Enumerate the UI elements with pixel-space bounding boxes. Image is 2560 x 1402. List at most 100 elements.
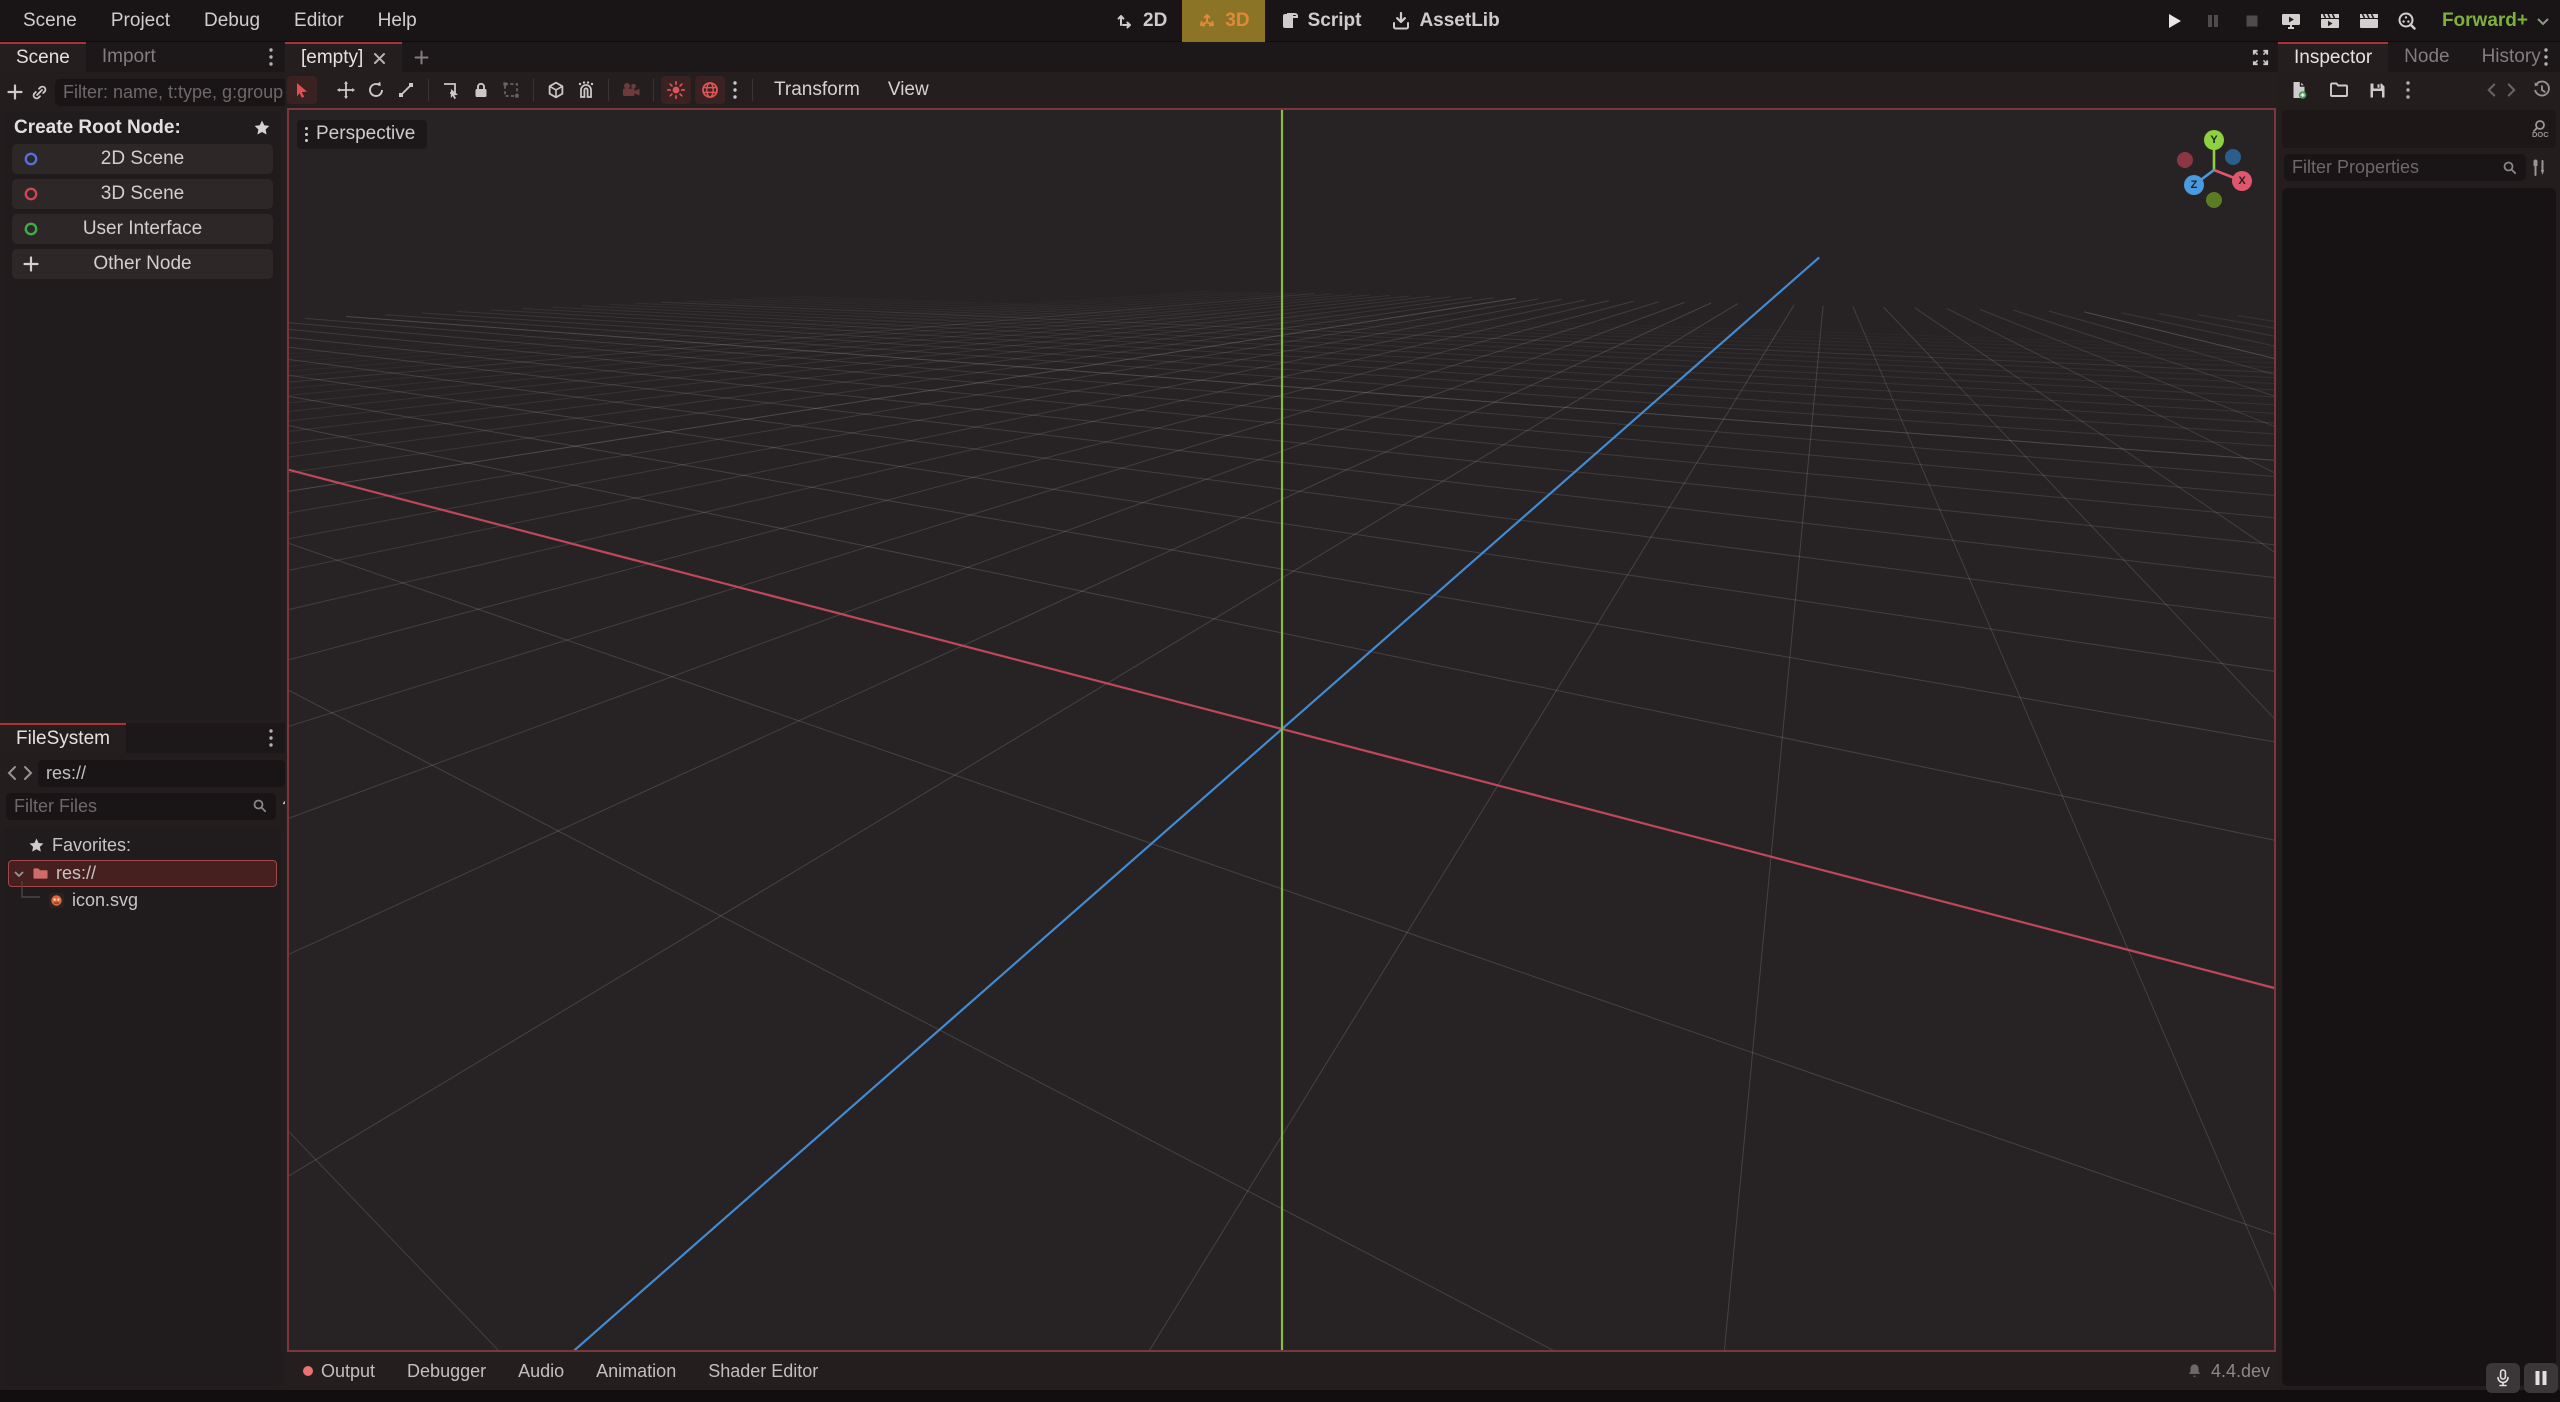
create-user-interface-button[interactable]: User Interface [12, 214, 273, 244]
tree-item-res-root[interactable]: res:// [8, 860, 277, 887]
inspector-dock-menu-button[interactable] [2536, 42, 2556, 72]
save-resource-button[interactable] [2362, 76, 2392, 104]
scene-filter-input[interactable] [63, 82, 295, 103]
script-workspace-icon [1280, 11, 1300, 31]
shader-editor-panel-button[interactable]: Shader Editor [692, 1361, 834, 1382]
inspector-filter-input[interactable] [2292, 157, 2496, 178]
create-root-box: Create Root Node: 2D Scene 3D Scene User… [4, 112, 281, 720]
scene-tab-empty[interactable]: [empty] [285, 42, 402, 72]
scene-dock-menu-button[interactable] [261, 42, 281, 72]
create-root-header: Create Root Node: [4, 112, 281, 144]
filesystem-dock-menu-button[interactable] [261, 723, 281, 753]
viewport-3d[interactable]: Perspective YXZ [287, 108, 2276, 1352]
view-axis-gizmo[interactable]: YXZ [2164, 118, 2264, 218]
preview-environment-button[interactable] [695, 76, 725, 104]
link-icon [30, 83, 49, 102]
workspace-3d-button[interactable]: 3D [1182, 0, 1264, 42]
vertical-dots-icon [2405, 80, 2411, 100]
recording-pause-button[interactable] [2524, 1363, 2558, 1393]
menu-editor[interactable]: Editor [277, 0, 361, 42]
property-tools-button[interactable] [2524, 154, 2554, 182]
group-icon [501, 80, 521, 100]
doc-search-icon[interactable]: DOC [2528, 118, 2550, 140]
bell-icon[interactable] [2186, 1362, 2203, 1380]
create-2d-scene-button[interactable]: 2D Scene [12, 144, 273, 174]
history-clock-icon[interactable] [2532, 80, 2552, 100]
add-node-button[interactable] [6, 78, 24, 106]
output-label: Output [321, 1361, 375, 1382]
camera-preview-button[interactable] [616, 76, 646, 104]
stop-button[interactable] [2237, 6, 2267, 36]
tool-scale-button[interactable] [391, 76, 421, 104]
list-select-button[interactable] [436, 76, 466, 104]
view-menu[interactable]: View [874, 79, 943, 101]
distraction-free-button[interactable] [2251, 42, 2270, 72]
node2d-icon [21, 149, 41, 169]
left-dock: Scene Import [0, 42, 285, 1390]
expand-icon [2251, 48, 2270, 67]
tool-move-button[interactable] [331, 76, 361, 104]
fs-back-button[interactable] [6, 759, 18, 787]
rotate-icon [366, 80, 386, 100]
create-3d-scene-button[interactable]: 3D Scene [12, 179, 273, 209]
menu-project[interactable]: Project [94, 0, 187, 42]
renderer-label: Forward+ [2442, 10, 2528, 32]
play-current-scene-button[interactable] [2315, 6, 2345, 36]
movie-maker-mode-button[interactable] [2393, 6, 2423, 36]
snap-object-to-floor-button[interactable] [541, 76, 571, 104]
tab-node[interactable]: Node [2388, 42, 2465, 72]
menu-scene[interactable]: Scene [6, 0, 94, 42]
pause-button[interactable] [2198, 6, 2228, 36]
new-scene-tab-button[interactable] [402, 42, 441, 72]
perspective-menu[interactable]: Perspective [297, 120, 427, 149]
image-file-icon [48, 892, 65, 909]
group-button[interactable] [496, 76, 526, 104]
inspector-object-bar: DOC [2282, 110, 2556, 148]
close-icon[interactable] [373, 52, 386, 65]
search-icon [252, 798, 268, 814]
tool-rotate-button[interactable] [361, 76, 391, 104]
play-scene-button[interactable] [2276, 6, 2306, 36]
favorites-row[interactable]: Favorites: [4, 832, 281, 859]
create-other-node-button[interactable]: Other Node [12, 249, 273, 279]
transform-menu[interactable]: Transform [760, 79, 874, 101]
tree-item-label: res:// [56, 863, 96, 884]
chevron-right-icon [22, 765, 34, 781]
caret-down-icon[interactable] [13, 868, 25, 880]
play-button[interactable] [2159, 6, 2189, 36]
renderer-selector[interactable]: Forward+ [2442, 10, 2550, 32]
fs-path-input[interactable] [46, 763, 278, 784]
play-custom-scene-button[interactable] [2354, 6, 2384, 36]
lock-button[interactable] [466, 76, 496, 104]
tab-import[interactable]: Import [86, 42, 172, 72]
workspace-script-button[interactable]: Script [1265, 0, 1377, 42]
view-extra-options-button[interactable] [725, 76, 745, 104]
debugger-panel-button[interactable]: Debugger [391, 1361, 502, 1382]
output-panel-button[interactable]: Output [287, 1361, 391, 1382]
workspace-assetlib-button[interactable]: AssetLib [1376, 0, 1514, 42]
tool-select-button[interactable] [287, 76, 317, 104]
animation-panel-button[interactable]: Animation [580, 1361, 692, 1382]
load-resource-button[interactable] [2324, 76, 2354, 104]
tab-scene[interactable]: Scene [0, 42, 86, 72]
favorites-star-icon[interactable] [253, 119, 271, 137]
workspace-2d-button[interactable]: 2D [1100, 0, 1182, 42]
menu-debug[interactable]: Debug [187, 0, 277, 42]
preview-sunlight-button[interactable] [661, 76, 691, 104]
use-snap-button[interactable] [571, 76, 601, 104]
instance-scene-button[interactable] [30, 78, 49, 106]
plus-icon [414, 50, 429, 65]
history-back-icon[interactable] [2486, 82, 2497, 98]
menu-help[interactable]: Help [361, 0, 434, 42]
history-forward-icon[interactable] [2506, 82, 2517, 98]
new-resource-button[interactable] [2284, 76, 2314, 104]
tab-inspector[interactable]: Inspector [2278, 42, 2388, 72]
tab-filesystem[interactable]: FileSystem [0, 723, 126, 753]
audio-panel-button[interactable]: Audio [502, 1361, 580, 1382]
workspace-script-label: Script [1308, 10, 1362, 32]
resource-extra-menu-button[interactable] [2398, 76, 2418, 104]
fs-forward-button[interactable] [22, 759, 34, 787]
fs-filter-input[interactable] [14, 796, 246, 817]
microphone-button[interactable] [2486, 1363, 2520, 1393]
tree-item-icon-svg[interactable]: icon.svg [4, 887, 281, 914]
